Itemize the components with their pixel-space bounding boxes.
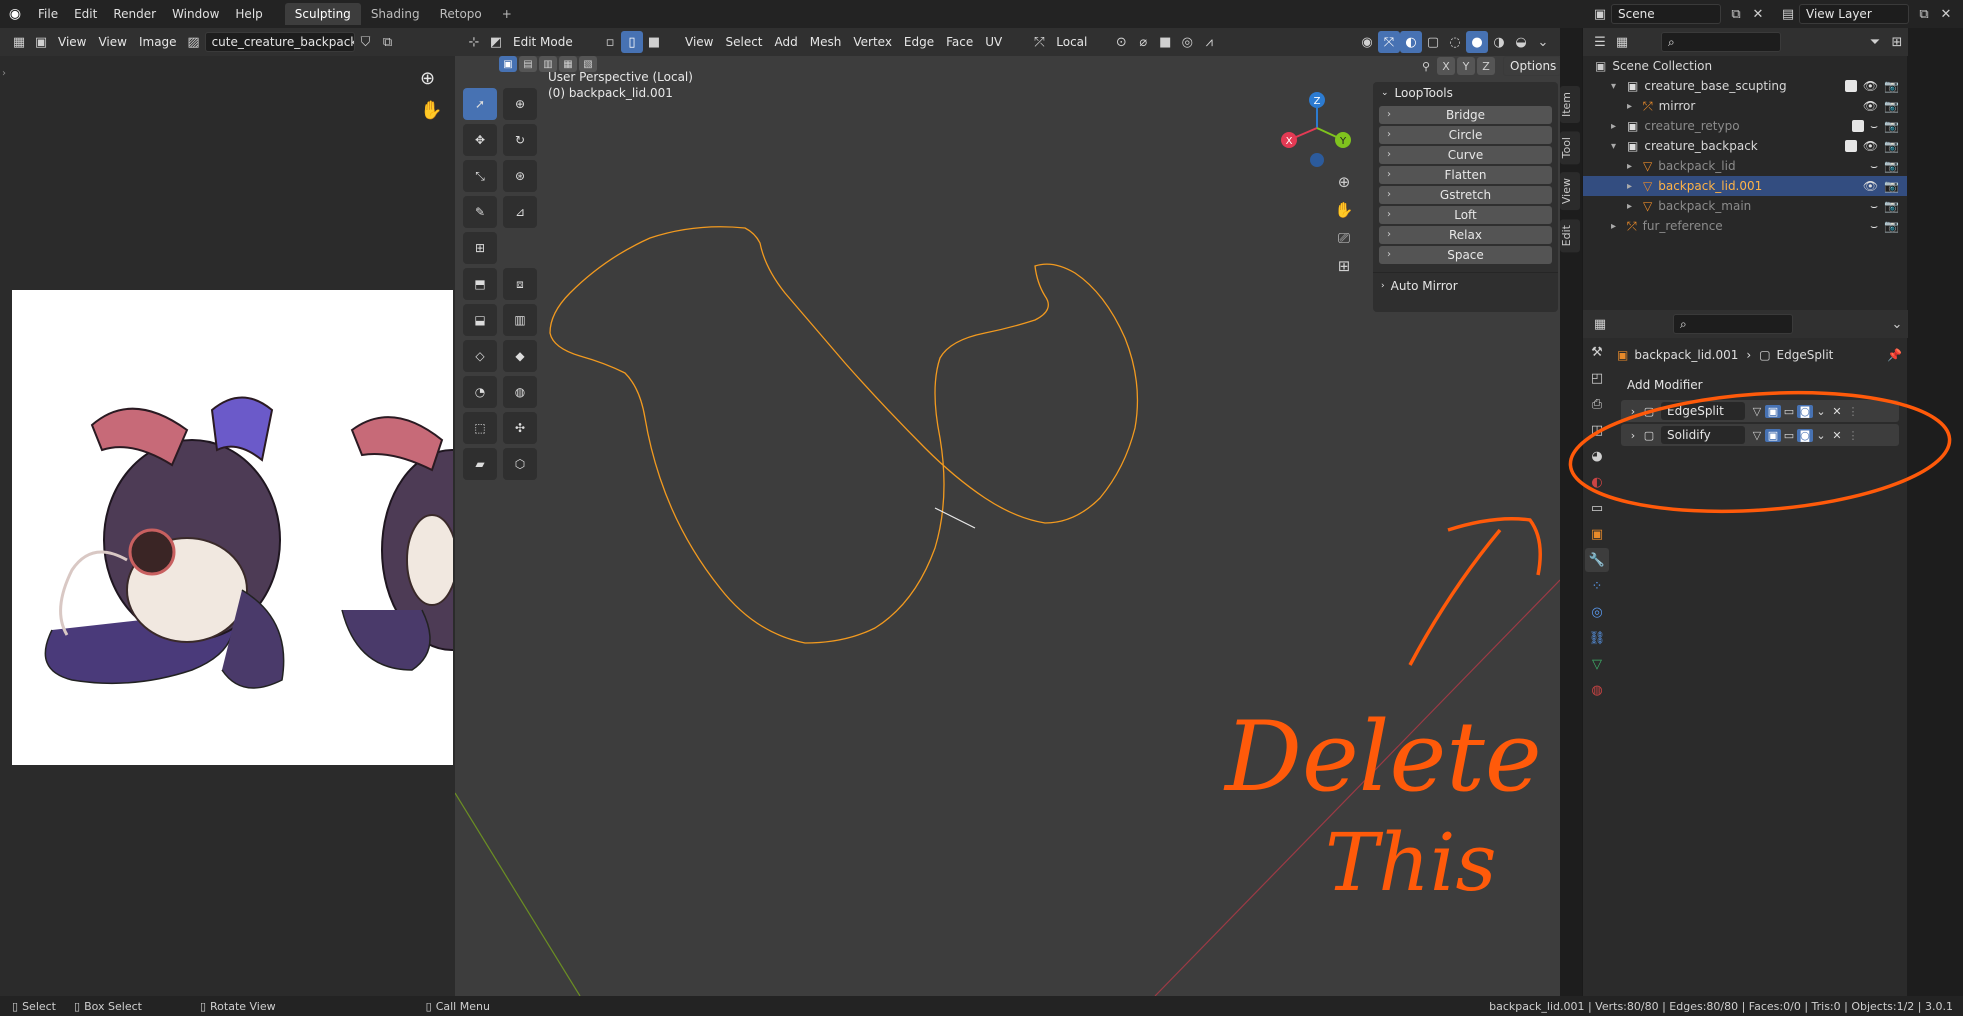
annotation-overlay: Delete This (1223, 390, 1952, 909)
annotation-circle (1568, 390, 1952, 514)
mouse-right-icon: ▯ (199, 999, 207, 1013)
mouse-left-icon: ▯ (12, 999, 19, 1013)
status-call-menu: Call Menu (435, 999, 490, 1013)
annotation-text-this: This (1325, 816, 1497, 909)
annotation-arrow (1408, 528, 1502, 666)
status-box-select: Box Select (84, 999, 142, 1013)
status-select: Select (22, 999, 56, 1013)
mouse-middle-icon: ▯ (74, 999, 81, 1013)
annotation-text-delete: Delete (1223, 701, 1542, 813)
status-bar: ▯ Select ▯ Box Select ▯ Rotate View ▯ Ca… (0, 996, 1963, 1016)
status-stats: backpack_lid.001 | Verts:80/80 | Edges:8… (1489, 999, 1953, 1013)
mouse-icon: ▯ (425, 999, 432, 1013)
status-rotate-view: Rotate View (210, 999, 276, 1013)
annotation-arrowhead (1447, 517, 1542, 576)
